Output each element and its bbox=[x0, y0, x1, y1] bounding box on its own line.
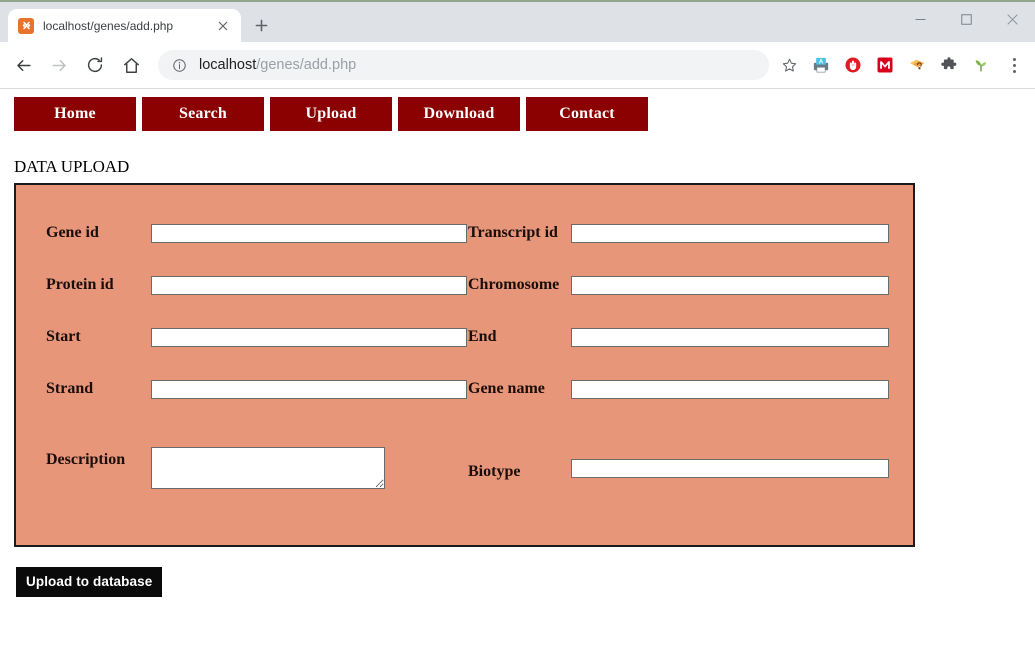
field-label: Strand bbox=[46, 380, 94, 397]
field-label: Gene name bbox=[468, 380, 545, 397]
form-field-description: Description bbox=[16, 439, 468, 489]
address-path: /genes/add.php bbox=[256, 57, 357, 73]
browser-window: localhost/genes/add.php localhost/genes/… bbox=[0, 0, 1035, 665]
kebab-dot bbox=[1012, 63, 1016, 67]
biotype-input[interactable] bbox=[571, 459, 889, 478]
maximize-button[interactable] bbox=[943, 2, 989, 36]
form-field-protein-id: Protein id bbox=[16, 275, 468, 295]
browser-titlebar: localhost/genes/add.php bbox=[0, 0, 1035, 42]
gene-id-input[interactable] bbox=[151, 223, 467, 243]
field-label: Biotype bbox=[468, 463, 521, 480]
nav-item-download[interactable]: Download bbox=[398, 97, 520, 131]
address-bar-url[interactable]: localhost/genes/add.php bbox=[199, 57, 759, 73]
nav-item-contact[interactable]: Contact bbox=[526, 97, 648, 131]
honey-extension-icon[interactable] bbox=[903, 51, 931, 79]
description-textarea[interactable] bbox=[151, 447, 385, 489]
form-row: Description Biotype bbox=[16, 439, 913, 525]
grammarly-extension-icon[interactable] bbox=[967, 51, 995, 79]
chromosome-input[interactable] bbox=[571, 275, 889, 295]
puzzle-extensions-icon[interactable] bbox=[935, 51, 963, 79]
form-field-gene-id: Gene id bbox=[16, 223, 468, 243]
nav-item-upload[interactable]: Upload bbox=[270, 97, 392, 131]
form-row: Start End bbox=[16, 311, 913, 363]
upload-to-database-button[interactable]: Upload to database bbox=[16, 567, 163, 597]
form-field-transcript-id: Transcript id bbox=[468, 223, 913, 243]
start-input[interactable] bbox=[151, 327, 467, 347]
nav-item-search[interactable]: Search bbox=[142, 97, 264, 131]
kebab-dot bbox=[1012, 69, 1016, 73]
strand-input[interactable] bbox=[151, 379, 467, 399]
forward-button[interactable] bbox=[42, 48, 76, 82]
bookmark-star-icon[interactable] bbox=[775, 51, 803, 79]
field-label: Transcript id bbox=[468, 224, 558, 241]
kebab-dot bbox=[1012, 57, 1016, 61]
field-label: Protein id bbox=[46, 276, 114, 293]
site-navigation: Home Search Upload Download Contact bbox=[0, 89, 1035, 131]
address-bar[interactable]: localhost/genes/add.php bbox=[158, 50, 769, 80]
field-label: Start bbox=[46, 328, 81, 345]
screenshot-extension-icon[interactable]: A bbox=[807, 51, 835, 79]
end-input[interactable] bbox=[571, 327, 889, 347]
form-row: Strand Gene name bbox=[16, 363, 913, 415]
form-field-chromosome: Chromosome bbox=[468, 275, 913, 295]
field-label: Description bbox=[46, 451, 126, 468]
mega-extension-icon[interactable] bbox=[871, 51, 899, 79]
form-field-start: Start bbox=[16, 327, 468, 347]
form-field-end: End bbox=[468, 327, 913, 347]
svg-text:A: A bbox=[819, 60, 824, 66]
adblock-extension-icon[interactable] bbox=[839, 51, 867, 79]
nav-item-home[interactable]: Home bbox=[14, 97, 136, 131]
tab-title: localhost/genes/add.php bbox=[43, 18, 174, 33]
home-button[interactable] bbox=[114, 48, 148, 82]
form-row: Protein id Chromosome bbox=[16, 259, 913, 311]
close-window-button[interactable] bbox=[989, 2, 1035, 36]
chrome-menu-icon[interactable] bbox=[1001, 50, 1027, 80]
form-field-strand: Strand bbox=[16, 379, 468, 399]
field-label: Gene id bbox=[46, 224, 99, 241]
gene-name-input[interactable] bbox=[571, 379, 889, 399]
form-row: Gene id Transcript id bbox=[16, 207, 913, 259]
browser-tab[interactable]: localhost/genes/add.php bbox=[8, 9, 241, 42]
minimize-button[interactable] bbox=[897, 2, 943, 36]
data-upload-form: Gene id Transcript id Protein id Chromos… bbox=[14, 183, 915, 547]
form-field-biotype: Biotype bbox=[468, 439, 913, 481]
close-tab-icon[interactable] bbox=[213, 16, 233, 36]
xampp-favicon bbox=[18, 17, 34, 34]
tab-strip: localhost/genes/add.php bbox=[0, 2, 275, 42]
address-host: localhost bbox=[199, 57, 257, 73]
window-controls bbox=[897, 2, 1035, 36]
protein-id-input[interactable] bbox=[151, 275, 467, 295]
back-button[interactable] bbox=[6, 48, 40, 82]
form-field-gene-name: Gene name bbox=[468, 379, 913, 399]
page-viewport: Home Search Upload Download Contact DATA… bbox=[0, 89, 1035, 665]
new-tab-button[interactable] bbox=[247, 11, 275, 39]
field-label: Chromosome bbox=[468, 276, 560, 293]
field-label: End bbox=[468, 328, 497, 345]
browser-toolbar: localhost/genes/add.php A bbox=[0, 42, 1035, 89]
info-circle-icon[interactable] bbox=[171, 57, 188, 74]
transcript-id-input[interactable] bbox=[571, 223, 889, 243]
reload-button[interactable] bbox=[78, 48, 112, 82]
page-title: DATA UPLOAD bbox=[14, 157, 130, 176]
